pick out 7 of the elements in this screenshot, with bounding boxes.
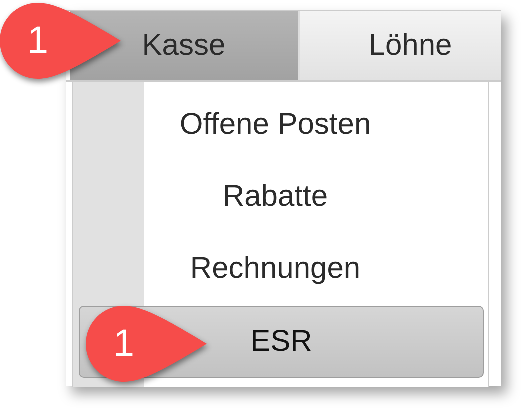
tab[interactable]: Löhne bbox=[298, 11, 501, 80]
menu-item[interactable]: Rabatte bbox=[73, 162, 488, 232]
step-badge: 1 bbox=[84, 304, 208, 384]
tab[interactable]: Kasse bbox=[70, 11, 298, 80]
step-badge: 1 bbox=[0, 1, 122, 81]
menu-item[interactable]: Rechnungen bbox=[73, 234, 488, 304]
menu-item[interactable]: Offene Posten bbox=[73, 90, 488, 160]
